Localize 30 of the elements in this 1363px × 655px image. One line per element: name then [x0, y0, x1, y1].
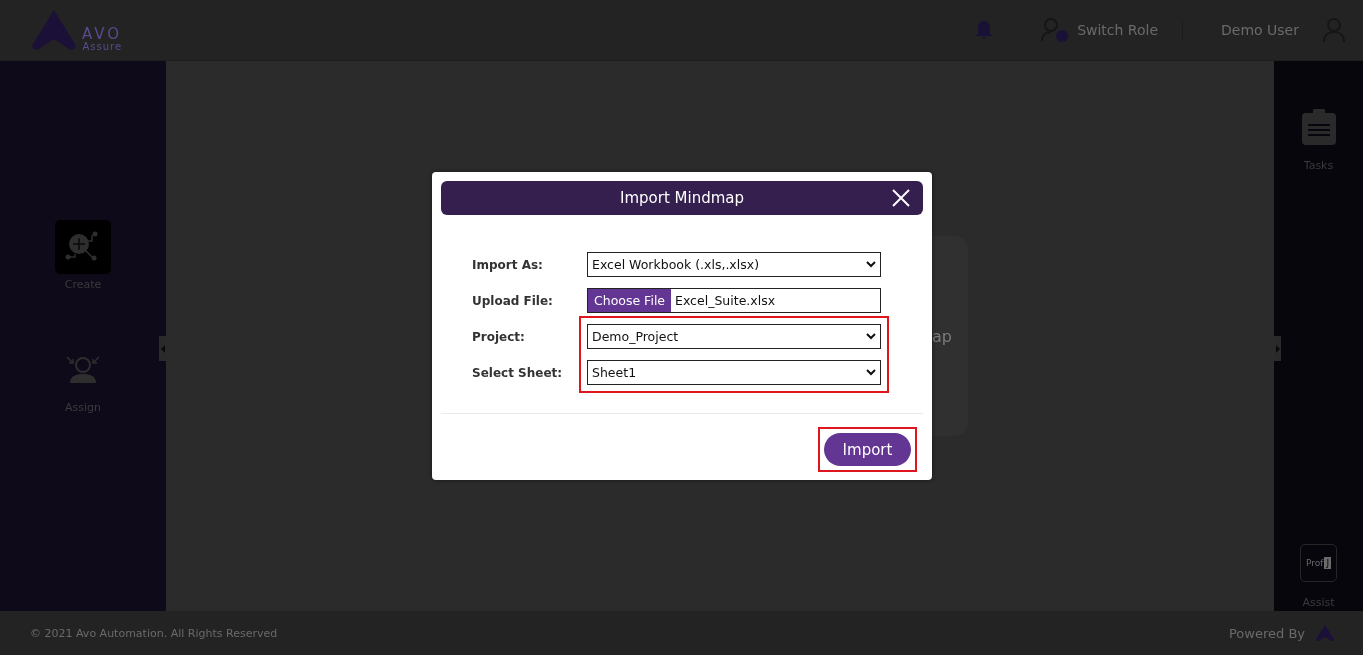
copyright-text: © 2021 Avo Automation. All Rights Reserved — [30, 626, 278, 640]
dialog-title: Import Mindmap — [620, 189, 744, 207]
field-label: Upload File: — [472, 292, 554, 310]
field-label: Select Sheet: — [472, 364, 564, 382]
select-field[interactable]: Excel Workbook (.xls,.xlsx) — [587, 252, 881, 277]
field-label: Project: — [472, 328, 526, 346]
logo-tagline: Assure — [82, 42, 123, 52]
file-field[interactable]: Choose File Excel_Suite.xlsx — [587, 288, 881, 313]
assist-badge[interactable]: Prof J — [1300, 544, 1337, 582]
chevron-down-icon — [866, 369, 876, 376]
choose-file-button[interactable]: Choose File — [588, 289, 672, 312]
person-arrows-icon — [65, 355, 101, 385]
chevron-down-icon — [866, 261, 876, 268]
close-button[interactable] — [891, 188, 911, 208]
badge-letter: J — [1324, 557, 1332, 569]
badge-word: Prof — [1305, 558, 1324, 568]
expand-handle[interactable] — [1274, 336, 1281, 361]
select-field[interactable]: Sheet1 — [587, 360, 881, 385]
card-text: ap — [932, 326, 952, 346]
file-name: Excel_Suite.xlsx — [674, 292, 776, 310]
user-switch-icon[interactable] — [1041, 17, 1070, 43]
powered-by-text: Powered By — [1229, 625, 1305, 641]
field-label: Import As: — [472, 256, 544, 274]
import-button[interactable]: Import — [824, 433, 911, 466]
sidebar-item[interactable] — [55, 220, 111, 274]
collapse-handle[interactable] — [159, 336, 166, 361]
clipboard-icon[interactable] — [1301, 109, 1336, 145]
logo-wordmark: AVO — [82, 27, 123, 42]
select-field[interactable]: Demo_Project — [587, 324, 881, 349]
chevron-down-icon — [866, 333, 876, 340]
